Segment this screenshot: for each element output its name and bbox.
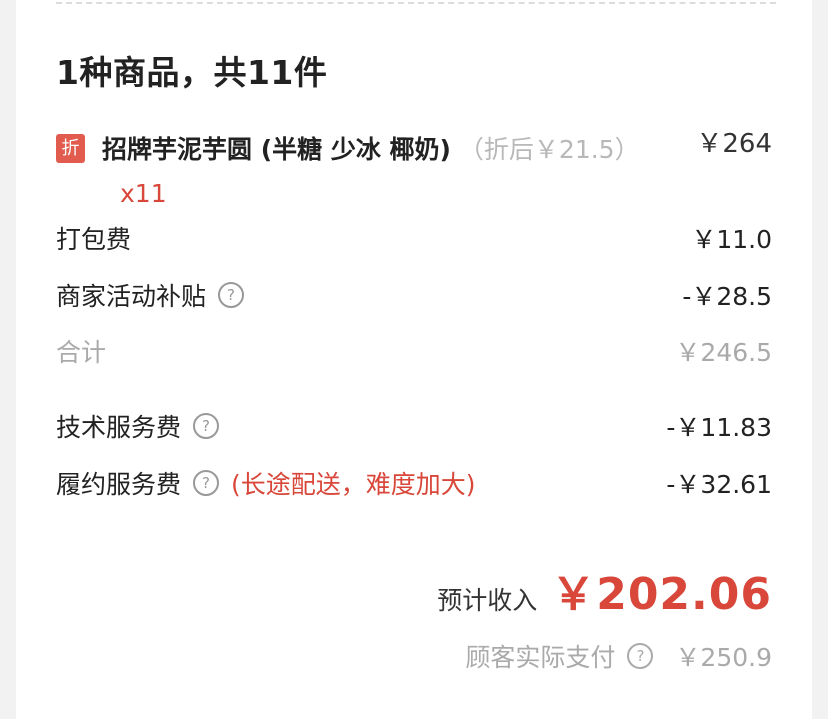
expected-income-label: 预计收入 bbox=[437, 586, 538, 615]
customer-paid: 顾客实际支付 ? ￥250.9 bbox=[465, 638, 772, 674]
subtotal-value: ￥246.5 bbox=[675, 338, 772, 367]
question-circle-icon[interactable]: ? bbox=[193, 470, 220, 496]
expected-income: 预计收入 ￥202.06 bbox=[437, 558, 772, 622]
fulfill-fee-row: 履约服务费 ? (长途配送，难度加大) -￥32.61 bbox=[56, 463, 772, 503]
order-detail-card: 1种商品，共11件 折 招牌芋泥芋圆 (半糖 少冰 椰奶) （折后￥21.5） … bbox=[16, 0, 812, 719]
question-circle-icon[interactable]: ? bbox=[218, 282, 245, 308]
tech-fee-label: 技术服务费 bbox=[56, 413, 182, 442]
tech-fee-label-wrap: 技术服务费 ? bbox=[56, 408, 220, 444]
discount-tag: 折 bbox=[56, 134, 85, 163]
packing-fee-label: 打包费 bbox=[56, 225, 132, 254]
expected-income-value: ￥202.06 bbox=[551, 569, 772, 620]
tech-fee-row: 技术服务费 ? -￥11.83 bbox=[56, 406, 772, 446]
packing-fee-value: ￥11.0 bbox=[691, 225, 772, 254]
question-circle-icon[interactable]: ? bbox=[627, 643, 654, 669]
subsidy-label: 商家活动补贴 bbox=[56, 282, 207, 311]
item-discount-note: （折后￥21.5） bbox=[458, 135, 640, 164]
order-summary-title: 1种商品，共11件 bbox=[56, 53, 328, 92]
fulfill-fee-value: -￥32.61 bbox=[666, 470, 772, 499]
dashed-divider bbox=[56, 2, 776, 4]
fulfill-fee-note: (长途配送，难度加大) bbox=[231, 470, 476, 499]
packing-fee-row: 打包费 ￥11.0 bbox=[56, 218, 772, 258]
subtotal-row: 合计 ￥246.5 bbox=[56, 331, 772, 371]
subsidy-row: 商家活动补贴 ? -￥28.5 bbox=[56, 275, 772, 315]
customer-paid-label: 顾客实际支付 bbox=[465, 643, 616, 672]
item-price: ￥264 bbox=[696, 129, 772, 159]
fulfill-fee-label-wrap: 履约服务费 ? (长途配送，难度加大) bbox=[56, 465, 476, 501]
item-name: 招牌芋泥芋圆 (半糖 少冰 椰奶) bbox=[102, 135, 451, 164]
fulfill-fee-label: 履约服务费 bbox=[56, 470, 182, 499]
customer-paid-value: ￥250.9 bbox=[675, 643, 772, 672]
item-name-line: 招牌芋泥芋圆 (半糖 少冰 椰奶) （折后￥21.5） x11 bbox=[102, 128, 642, 216]
subsidy-value: -￥28.5 bbox=[682, 282, 772, 311]
subsidy-label-wrap: 商家活动补贴 ? bbox=[56, 277, 245, 313]
question-circle-icon[interactable]: ? bbox=[193, 413, 220, 439]
item-quantity: x11 bbox=[120, 179, 167, 208]
tech-fee-value: -￥11.83 bbox=[666, 413, 772, 442]
subtotal-label: 合计 bbox=[56, 338, 107, 367]
